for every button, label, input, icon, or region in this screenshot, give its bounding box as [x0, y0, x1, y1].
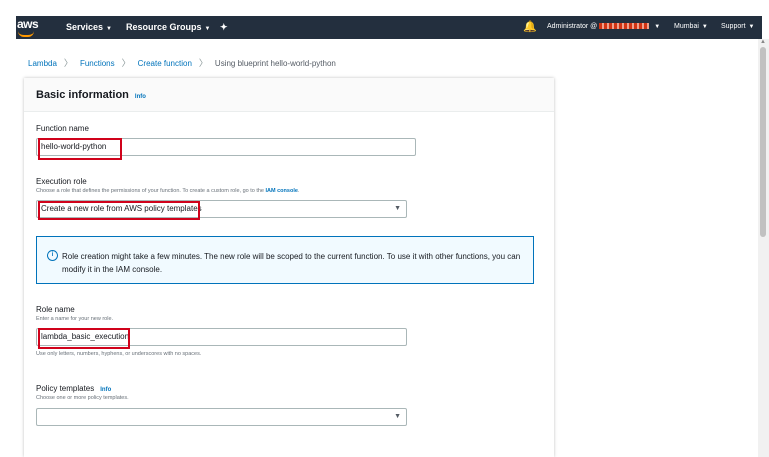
region-label: Mumbai: [674, 23, 699, 30]
basic-information-panel: Basic information Info Function name hell…: [24, 78, 554, 457]
breadcrumb-functions[interactable]: Functions: [80, 59, 115, 68]
panel-title-text: Basic information: [36, 89, 129, 101]
execution-role-description: Choose a role that defines the permissio…: [36, 188, 300, 194]
chevron-down-icon: ▼: [204, 26, 211, 32]
role-name-description: Enter a name for your new role.: [36, 316, 114, 322]
policy-templates-label: Policy templates Info: [36, 384, 111, 393]
support-label: Support: [721, 23, 746, 30]
function-name-input[interactable]: hello-world-python: [36, 138, 416, 156]
scroll-up-arrow-icon[interactable]: ▲: [760, 39, 766, 45]
dropdown-arrow-icon: ▼: [394, 413, 401, 420]
execution-role-label: Execution role: [36, 177, 87, 186]
account-menu[interactable]: Administrator @ ▼: [547, 23, 660, 30]
support-menu[interactable]: Support ▼: [721, 23, 754, 30]
role-creation-alert: i Role creation might take a few minutes…: [36, 236, 534, 284]
role-name-label: Role name: [36, 305, 75, 314]
redacted-account-id: [599, 23, 650, 30]
role-name-input[interactable]: lambda_basic_execution: [36, 328, 407, 346]
region-menu[interactable]: Mumbai ▼: [674, 23, 708, 30]
services-label: Services: [66, 22, 104, 32]
chevron-right-icon: 〉: [121, 58, 131, 68]
panel-header: Basic information Info: [24, 78, 554, 112]
aws-logo-smile: [18, 31, 34, 37]
info-circle-icon: i: [47, 250, 58, 261]
policy-templates-select[interactable]: ▼: [36, 408, 407, 426]
policy-templates-label-text: Policy templates: [36, 384, 95, 393]
dropdown-arrow-icon: ▼: [394, 205, 401, 212]
scroll-thumb[interactable]: [760, 47, 766, 237]
role-name-hint: Use only letters, numbers, hyphens, or u…: [36, 351, 202, 357]
policy-templates-info-link[interactable]: Info: [100, 387, 111, 393]
execution-role-value: Create a new role from AWS policy templa…: [41, 204, 202, 213]
chevron-down-icon: ▼: [654, 24, 661, 30]
chevron-right-icon: 〉: [63, 58, 73, 68]
bell-icon[interactable]: 🔔: [523, 20, 537, 33]
aws-logo[interactable]: aws: [17, 17, 39, 31]
panel-title: Basic information Info: [36, 89, 146, 101]
execution-role-description-text: Choose a role that defines the permissio…: [36, 188, 264, 194]
breadcrumb-create-function[interactable]: Create function: [138, 59, 192, 68]
resource-groups-menu[interactable]: Resource Groups ▼: [126, 22, 210, 32]
pin-icon[interactable]: ✦: [220, 22, 228, 33]
services-menu[interactable]: Services ▼: [66, 22, 112, 32]
breadcrumb-lambda[interactable]: Lambda: [28, 59, 57, 68]
chevron-down-icon: ▼: [106, 26, 112, 32]
info-link[interactable]: Info: [135, 94, 146, 100]
function-name-label: Function name: [36, 124, 89, 133]
chevron-right-icon: 〉: [198, 58, 208, 68]
page-scrollbar[interactable]: ▲: [758, 39, 769, 457]
resource-groups-label: Resource Groups: [126, 22, 202, 32]
policy-templates-description: Choose one or more policy templates.: [36, 395, 129, 401]
top-nav-bar: aws Services ▼ Resource Groups ▼ ✦ 🔔 Admin…: [16, 16, 762, 39]
alert-text: Role creation might take a few minutes. …: [62, 252, 521, 274]
breadcrumb-current: Using blueprint hello-world-python: [214, 59, 336, 68]
execution-role-select[interactable]: Create a new role from AWS policy templa…: [36, 200, 407, 218]
account-label: Administrator @: [547, 23, 598, 30]
iam-console-link[interactable]: IAM console: [266, 188, 298, 194]
chevron-down-icon: ▼: [701, 24, 708, 30]
chevron-down-icon: ▼: [748, 24, 755, 30]
breadcrumb: Lambda 〉 Functions 〉 Create function 〉 Using b…: [28, 56, 336, 69]
